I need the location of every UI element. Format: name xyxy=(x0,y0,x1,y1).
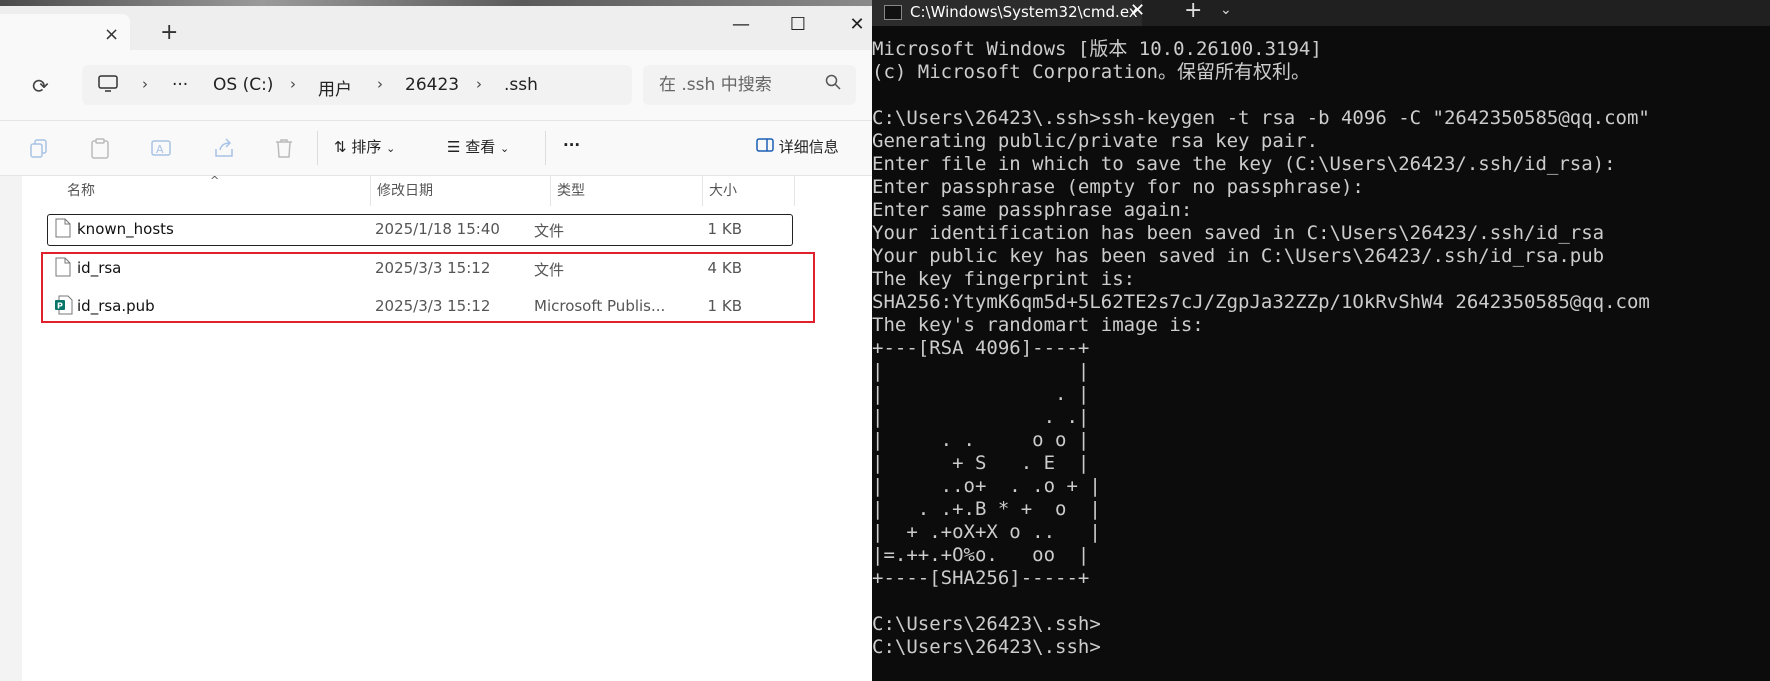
search-input[interactable] xyxy=(657,73,811,97)
breadcrumb-users[interactable]: 用户 xyxy=(318,75,352,100)
chevron-down-icon: ⌄ xyxy=(500,142,510,155)
terminal-line: | + S . E | xyxy=(872,452,1090,474)
refresh-icon[interactable]: ⟳ xyxy=(32,74,49,98)
details-label: 详细信息 xyxy=(778,138,839,156)
paste-icon[interactable] xyxy=(89,137,113,159)
rename-icon[interactable]: A xyxy=(150,137,174,159)
this-pc-icon[interactable] xyxy=(98,75,118,98)
chevron-right-icon: › xyxy=(377,75,383,93)
terminal-line: C:\Users\26423\.ssh> xyxy=(872,613,1101,635)
terminal-line: SHA256:YtymK6qm5d+5L62TE2s7cJ/ZgpJa32ZZp… xyxy=(872,291,1650,313)
wallpaper-strip xyxy=(0,0,872,6)
chevron-right-icon: › xyxy=(290,75,296,93)
minimize-icon[interactable]: — xyxy=(729,14,753,35)
navigation-pane-edge xyxy=(0,176,22,681)
terminal-tab[interactable]: C:\Windows\System32\cmd.ex ✕ xyxy=(872,0,1145,26)
sort-button[interactable]: ⇅ 排序 ⌄ xyxy=(334,136,395,157)
terminal-line: C:\Users\26423\.ssh> xyxy=(872,636,1101,658)
search-icon[interactable] xyxy=(825,74,841,94)
terminal-line: C:\Users\26423\.ssh>ssh-keygen -t rsa -b… xyxy=(872,107,1650,129)
column-header-size[interactable]: 大小 xyxy=(709,180,737,200)
terminal-line: | + .+oX+X o .. | xyxy=(872,521,1101,543)
copy-icon[interactable] xyxy=(28,137,52,159)
terminal-line: Generating public/private rsa key pair. xyxy=(872,130,1319,152)
breadcrumb-drive[interactable]: OS (C:) xyxy=(213,75,273,95)
column-header-type[interactable]: 类型 xyxy=(557,180,585,200)
red-highlight-box xyxy=(41,252,815,323)
cmd-terminal-window: C:\Windows\System32\cmd.ex ✕ + ⌄ Microso… xyxy=(872,0,1770,681)
terminal-line: +----[SHA256]-----+ xyxy=(872,567,1090,589)
terminal-line: | . | xyxy=(872,383,1090,405)
terminal-line: (c) Microsoft Corporation。保留所有权利。 xyxy=(872,61,1310,83)
terminal-line: | ..o+ . .o + | xyxy=(872,475,1101,497)
terminal-line: | . .| xyxy=(872,406,1090,428)
close-tab-icon[interactable]: ✕ xyxy=(1130,0,1145,21)
column-divider[interactable] xyxy=(550,176,551,206)
tab-close-icon[interactable]: × xyxy=(104,24,119,45)
new-tab-icon[interactable]: + xyxy=(1184,0,1202,23)
chevron-down-icon: ⌄ xyxy=(386,142,396,155)
new-tab-icon[interactable]: + xyxy=(160,22,178,44)
column-header-name[interactable]: 名称 xyxy=(67,180,95,200)
column-header-date[interactable]: 修改日期 xyxy=(377,180,433,200)
explorer-titlebar: × + — ☐ ✕ xyxy=(0,0,872,50)
chevron-down-icon[interactable]: ⌄ xyxy=(1220,2,1232,18)
sort-label: 排序 xyxy=(351,138,382,156)
svg-text:A: A xyxy=(156,143,164,156)
selected-row-outline xyxy=(47,214,793,246)
maximize-icon[interactable]: ☐ xyxy=(786,14,810,35)
terminal-line: +---[RSA 4096]----+ xyxy=(872,337,1090,359)
terminal-line: Microsoft Windows [版本 10.0.26100.3194] xyxy=(872,38,1322,60)
sort-ascending-icon: ^ xyxy=(210,174,220,187)
column-divider[interactable] xyxy=(370,176,371,206)
breadcrumb-user[interactable]: 26423 xyxy=(405,75,459,95)
sort-icon: ⇅ xyxy=(334,138,347,156)
view-button[interactable]: ☰ 查看 ⌄ xyxy=(447,136,509,157)
command-bar: A ⇅ 排序 ⌄ ☰ 查看 ⌄ ··· 详细信息 xyxy=(0,120,872,176)
terminal-line: Enter same passphrase again: xyxy=(872,199,1193,221)
breadcrumb-ssh[interactable]: .ssh xyxy=(504,75,538,95)
file-explorer-window: × + — ☐ ✕ ⟳ › ··· OS (C:) › 用户 › 26423 ›… xyxy=(0,0,872,681)
terminal-line: Enter file in which to save the key (C:\… xyxy=(872,153,1616,175)
delete-icon[interactable] xyxy=(273,137,297,159)
terminal-line: The key's randomart image is: xyxy=(872,314,1204,336)
toolbar-divider xyxy=(317,131,318,165)
share-icon[interactable] xyxy=(213,137,237,159)
details-pane-icon xyxy=(756,138,779,156)
terminal-line: Your identification has been saved in C:… xyxy=(872,222,1605,244)
view-icon: ☰ xyxy=(447,138,461,156)
column-divider[interactable] xyxy=(702,176,703,206)
terminal-tab-bar: C:\Windows\System32\cmd.ex ✕ + ⌄ xyxy=(872,0,1770,26)
more-options-button[interactable]: ··· xyxy=(563,136,580,154)
chevron-right-icon: › xyxy=(142,75,148,93)
terminal-line: Your public key has been saved in C:\Use… xyxy=(872,245,1605,267)
terminal-line: |=.++.+O%o. oo | xyxy=(872,544,1090,566)
toolbar-divider xyxy=(545,131,546,165)
details-pane-button[interactable]: 详细信息 xyxy=(756,136,839,157)
cmd-icon xyxy=(884,5,902,20)
breadcrumb-more[interactable]: ··· xyxy=(172,75,188,95)
terminal-line: | . . o o | xyxy=(872,429,1090,451)
close-window-icon[interactable]: ✕ xyxy=(845,14,869,35)
terminal-line: | . .+.B * + o | xyxy=(872,498,1101,520)
column-divider[interactable] xyxy=(794,176,795,206)
terminal-line: | | xyxy=(872,360,1090,382)
search-box[interactable] xyxy=(643,65,856,105)
terminal-line: Enter passphrase (empty for no passphras… xyxy=(872,176,1364,198)
address-bar[interactable] xyxy=(82,65,632,105)
terminal-output[interactable]: Microsoft Windows [版本 10.0.26100.3194] (… xyxy=(872,38,1650,659)
chevron-right-icon: › xyxy=(476,75,482,93)
terminal-tab-title: C:\Windows\System32\cmd.ex xyxy=(910,3,1138,21)
terminal-line: The key fingerprint is: xyxy=(872,268,1136,290)
view-label: 查看 xyxy=(465,138,496,156)
